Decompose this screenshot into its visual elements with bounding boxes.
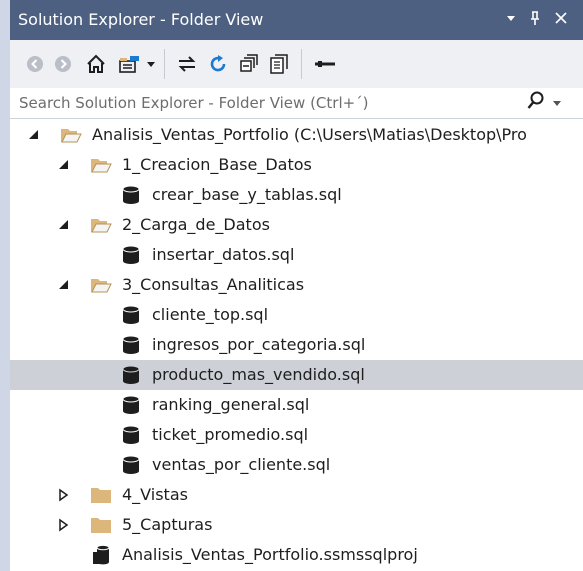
expanded-arrow-icon[interactable] — [57, 157, 71, 173]
tree-item-folder[interactable]: 4_Vistas — [10, 480, 583, 510]
tree-item-label: ingresos_por_categoria.sql — [152, 335, 366, 354]
tree-item-file[interactable]: ticket_promedio.sql — [10, 420, 583, 450]
tree-item-folder[interactable]: 1_Creacion_Base_Datos — [10, 150, 583, 180]
search-input[interactable] — [10, 88, 519, 118]
tree-item-folder[interactable]: 2_Carga_de_Datos — [10, 210, 583, 240]
collapse-all-icon[interactable] — [236, 51, 262, 77]
database-script-icon — [120, 365, 142, 385]
database-script-icon — [120, 395, 142, 415]
tree-item-file[interactable]: ventas_por_cliente.sql — [10, 450, 583, 480]
project-file-icon — [90, 544, 112, 565]
tree-item-folder[interactable]: 5_Capturas — [10, 510, 583, 540]
tree-item-file[interactable]: insertar_datos.sql — [10, 240, 583, 270]
tree-item-label: producto_mas_vendido.sql — [152, 365, 365, 384]
sync-icon[interactable] — [174, 51, 200, 77]
tree-item-label: 3_Consultas_Analiticas — [122, 275, 305, 294]
search-options-button[interactable] — [526, 90, 576, 116]
expanded-arrow-icon[interactable] — [57, 217, 71, 233]
tree-item-file-selected[interactable]: producto_mas_vendido.sql — [10, 360, 583, 390]
close-icon[interactable] — [553, 8, 569, 33]
expanded-arrow-icon[interactable] — [27, 127, 41, 143]
home-icon[interactable] — [84, 51, 108, 77]
database-script-icon — [120, 185, 142, 205]
tree-item-label: 4_Vistas — [122, 485, 188, 504]
pin-icon[interactable] — [528, 8, 542, 33]
tree-item-file[interactable]: ingresos_por_categoria.sql — [10, 330, 583, 360]
tree-item-file[interactable]: cliente_top.sql — [10, 300, 583, 330]
title-bar: Solution Explorer - Folder View — [10, 0, 583, 40]
tree-item-label: Analisis_Ventas_Portfolio.ssmssqlproj — [122, 545, 418, 564]
expanded-arrow-icon[interactable] — [57, 277, 71, 293]
tree-item-root[interactable]: Analisis_Ventas_Portfolio (C:\Users\Mati… — [10, 120, 583, 150]
toolbar-separator — [164, 49, 165, 79]
tree-item-label: ticket_promedio.sql — [152, 425, 309, 444]
tree-item-label: 1_Creacion_Base_Datos — [122, 155, 312, 174]
folder-closed-icon — [90, 515, 112, 535]
folder-open-icon — [60, 125, 82, 145]
back-icon[interactable] — [24, 51, 46, 77]
folder-open-icon — [90, 155, 112, 175]
database-script-icon — [120, 305, 142, 325]
tree-item-project-file[interactable]: Analisis_Ventas_Portfolio.ssmssqlproj — [10, 540, 583, 570]
tree-item-folder[interactable]: 3_Consultas_Analiticas — [10, 270, 583, 300]
database-script-icon — [120, 245, 142, 265]
tree-item-file[interactable]: ranking_general.sql — [10, 390, 583, 420]
tree-item-label: 5_Capturas — [122, 515, 213, 534]
tree-item-label: 2_Carga_de_Datos — [122, 215, 270, 234]
folder-closed-icon — [90, 485, 112, 505]
collapsed-arrow-icon[interactable] — [57, 487, 71, 503]
views-dropdown-icon[interactable] — [144, 51, 158, 77]
tree-item-label: ventas_por_cliente.sql — [152, 455, 331, 474]
solution-tree: Analisis_Ventas_Portfolio (C:\Users\Mati… — [10, 120, 583, 570]
switch-views-icon[interactable] — [116, 51, 142, 77]
search-icon — [526, 90, 548, 116]
database-script-icon — [120, 425, 142, 445]
tree-item-label: insertar_datos.sql — [152, 245, 295, 264]
refresh-icon[interactable] — [205, 51, 231, 77]
tree-item-label: Analisis_Ventas_Portfolio (C:\Users\Mati… — [92, 125, 527, 144]
solution-explorer-panel: Solution Explorer - Folder View Search S… — [10, 0, 583, 571]
folder-open-icon — [90, 215, 112, 235]
tree-item-label: crear_base_y_tablas.sql — [152, 185, 342, 204]
search-bar — [10, 88, 583, 119]
panel-title: Solution Explorer - Folder View — [18, 10, 264, 29]
forward-icon[interactable] — [52, 51, 74, 77]
properties-icon[interactable] — [310, 51, 340, 77]
window-position-dropdown-icon[interactable] — [504, 8, 518, 33]
collapsed-arrow-icon[interactable] — [57, 517, 71, 533]
folder-open-icon — [90, 275, 112, 295]
toolbar-separator — [301, 49, 302, 79]
toolbar — [10, 40, 583, 89]
tree-item-label: cliente_top.sql — [152, 305, 269, 324]
database-script-icon — [120, 335, 142, 355]
tree-item-label: ranking_general.sql — [152, 395, 310, 414]
show-all-files-icon[interactable] — [266, 51, 292, 77]
tree-item-file[interactable]: crear_base_y_tablas.sql — [10, 180, 583, 210]
database-script-icon — [120, 455, 142, 475]
chevron-down-icon — [552, 94, 562, 112]
